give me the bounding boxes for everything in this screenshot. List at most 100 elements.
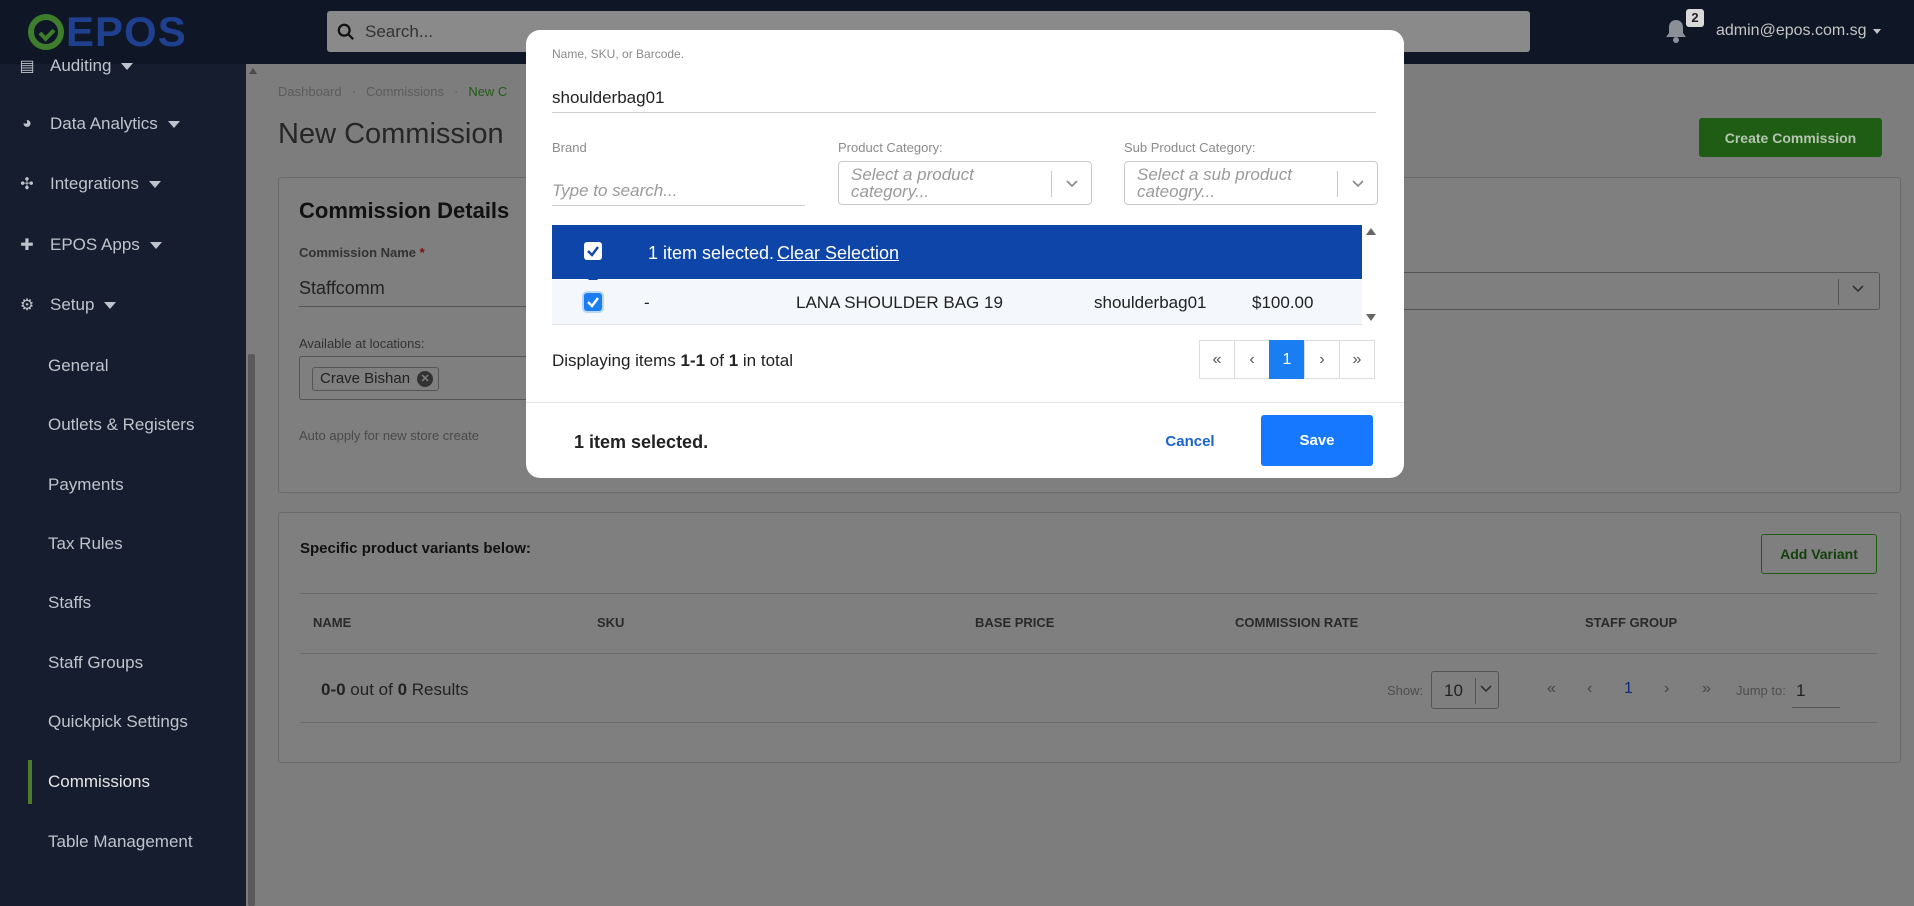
column-header-staff-group[interactable]: STAFF GROUP xyxy=(1585,615,1677,630)
row-cell-dash: - xyxy=(644,293,650,312)
sidebar-item-data-analytics[interactable]: ◕ Data Analytics xyxy=(0,102,246,146)
variants-title: Specific product variants below: xyxy=(300,540,531,557)
clipboard-icon: ▤ xyxy=(19,58,35,75)
save-button[interactable]: Save xyxy=(1261,415,1373,466)
sidebar-item-label: Data Analytics xyxy=(50,114,158,133)
breadcrumb: Dashboard · Commissions · New C xyxy=(278,84,508,99)
jump-to-input[interactable] xyxy=(1792,674,1840,708)
chevron-down-icon xyxy=(1066,180,1078,188)
sidebar-item-label: Integrations xyxy=(50,174,139,193)
sidebar-item-staff-groups[interactable]: Staff Groups xyxy=(0,641,246,685)
caret-down-icon xyxy=(149,241,162,249)
product-search-label: Name, SKU, or Barcode. xyxy=(552,47,685,61)
pie-chart-icon: ◕ xyxy=(22,115,32,132)
sidebar-item-integrations[interactable]: ✣ Integrations xyxy=(0,162,246,206)
select-all-checkbox[interactable] xyxy=(584,242,602,260)
sidebar-item-outlets-registers[interactable]: Outlets & Registers xyxy=(0,403,246,447)
chevron-down-icon xyxy=(1852,285,1864,293)
commission-name-field[interactable]: Staffcomm xyxy=(299,278,385,299)
modal-pager-next[interactable]: › xyxy=(1304,340,1340,379)
row-cell-sku: shoulderbag01 xyxy=(1094,293,1207,312)
sidebar-item-tax-rules[interactable]: Tax Rules xyxy=(0,522,246,566)
clear-selection-link[interactable]: Clear Selection xyxy=(777,243,899,264)
show-label: Show: xyxy=(1387,683,1424,698)
sidebar-item-general[interactable]: General xyxy=(0,344,246,388)
commission-name-underline xyxy=(299,306,529,307)
plus-icon: ✚ xyxy=(20,237,34,254)
breadcrumb-commissions[interactable]: Commissions xyxy=(366,84,444,99)
sidebar-item-payments[interactable]: Payments xyxy=(0,463,246,507)
scroll-up-arrow-icon[interactable] xyxy=(1366,228,1376,235)
notification-badge: 2 xyxy=(1686,9,1704,27)
brand-search-input[interactable] xyxy=(552,176,805,206)
column-header-base-price[interactable]: BASE PRICE xyxy=(975,615,1054,630)
column-header-commission-rate[interactable]: COMMISSION RATE xyxy=(1235,615,1358,630)
modal-pager-page-1[interactable]: 1 xyxy=(1269,340,1305,379)
caret-down-icon xyxy=(167,120,180,128)
displaying-summary: Displaying items 1-1 of 1 in total xyxy=(552,351,793,370)
breadcrumb-current: New C xyxy=(468,84,508,99)
sidebar-item-setup[interactable]: ⚙ Setup xyxy=(0,283,246,327)
location-chip-label: Crave Bishan xyxy=(320,370,411,387)
checkmark-icon xyxy=(587,297,599,308)
column-header-name[interactable]: NAME xyxy=(313,615,351,630)
sidebar-item-auditing[interactable]: ▤ Auditing xyxy=(0,44,246,88)
sidebar-item-table-management[interactable]: Table Management xyxy=(0,820,246,864)
row-cell-name: LANA SHOULDER BAG 19 xyxy=(796,293,1003,312)
pager-page-1[interactable]: 1 xyxy=(1624,680,1633,698)
user-menu[interactable]: admin@epos.com.sg xyxy=(1716,22,1881,40)
row-cell-price: $100.00 xyxy=(1252,293,1314,312)
jump-to-label: Jump to: xyxy=(1736,683,1786,698)
pager-first[interactable]: « xyxy=(1547,680,1556,698)
sidebar-item-epos-apps[interactable]: ✚ EPOS Apps xyxy=(0,223,246,267)
puzzle-icon: ✣ xyxy=(20,176,34,193)
caret-down-icon xyxy=(1872,28,1881,34)
caret-down-icon xyxy=(121,62,134,70)
row-checkbox[interactable] xyxy=(584,293,602,311)
remove-chip-icon[interactable]: ✕ xyxy=(417,371,434,387)
footer-selection-count: 1 item selected. xyxy=(574,432,709,452)
sub-category-placeholder: Select a sub product cateogry... xyxy=(1137,165,1292,201)
sidebar-scroll-thumb[interactable] xyxy=(248,354,255,906)
sidebar-item-commissions[interactable]: Commissions xyxy=(0,760,246,804)
sub-category-label: Sub Product Category: xyxy=(1124,140,1256,155)
gear-icon: ⚙ xyxy=(19,297,35,314)
sidebar-item-staffs[interactable]: Staffs xyxy=(0,581,246,625)
modal-pager: « ‹ 1 › » xyxy=(1199,340,1375,379)
product-category-label: Product Category: xyxy=(838,140,943,155)
modal-pager-prev[interactable]: ‹ xyxy=(1234,340,1270,379)
modal-pager-last[interactable]: » xyxy=(1339,340,1375,379)
cancel-button[interactable]: Cancel xyxy=(1156,423,1224,459)
modal-pager-first[interactable]: « xyxy=(1199,340,1235,379)
user-email: admin@epos.com.sg xyxy=(1716,22,1867,39)
sidebar-item-label: Setup xyxy=(50,295,95,314)
pager-last[interactable]: » xyxy=(1702,680,1711,698)
checkmark-icon xyxy=(587,246,599,257)
bell-icon[interactable] xyxy=(1664,18,1688,44)
caret-down-icon xyxy=(148,180,161,188)
brand-label: Brand xyxy=(552,140,587,155)
pager-next[interactable]: › xyxy=(1664,680,1669,698)
product-category-placeholder: Select a product category... xyxy=(851,165,974,201)
pager-prev[interactable]: ‹ xyxy=(1587,680,1592,698)
results-summary: 0-0 out of 0 Results xyxy=(321,680,469,699)
sidebar-item-quickpick-settings[interactable]: Quickpick Settings xyxy=(0,700,246,744)
caret-down-icon xyxy=(104,301,117,309)
search-icon xyxy=(337,23,354,40)
location-chip[interactable]: Crave Bishan ✕ xyxy=(312,367,440,391)
add-variant-button[interactable]: Add Variant xyxy=(1761,534,1877,574)
create-commission-button[interactable]: Create Commission xyxy=(1699,118,1882,157)
scroll-down-arrow-icon[interactable] xyxy=(1366,314,1376,321)
commission-type-select[interactable] xyxy=(1404,272,1880,310)
scroll-up-arrow-icon[interactable] xyxy=(249,68,257,74)
chevron-down-icon xyxy=(1480,685,1492,693)
page-title: New Commission xyxy=(278,118,504,150)
breadcrumb-dashboard[interactable]: Dashboard xyxy=(278,84,342,99)
product-category-select[interactable]: Select a product category... xyxy=(838,161,1092,205)
column-header-sku[interactable]: SKU xyxy=(597,615,624,630)
required-mark: * xyxy=(419,245,425,260)
product-search-input[interactable] xyxy=(552,84,1376,113)
commission-name-label: Commission Name * xyxy=(299,245,425,260)
page-size-select[interactable]: 10 xyxy=(1431,671,1499,709)
sub-category-select[interactable]: Select a sub product cateogry... xyxy=(1124,161,1378,205)
